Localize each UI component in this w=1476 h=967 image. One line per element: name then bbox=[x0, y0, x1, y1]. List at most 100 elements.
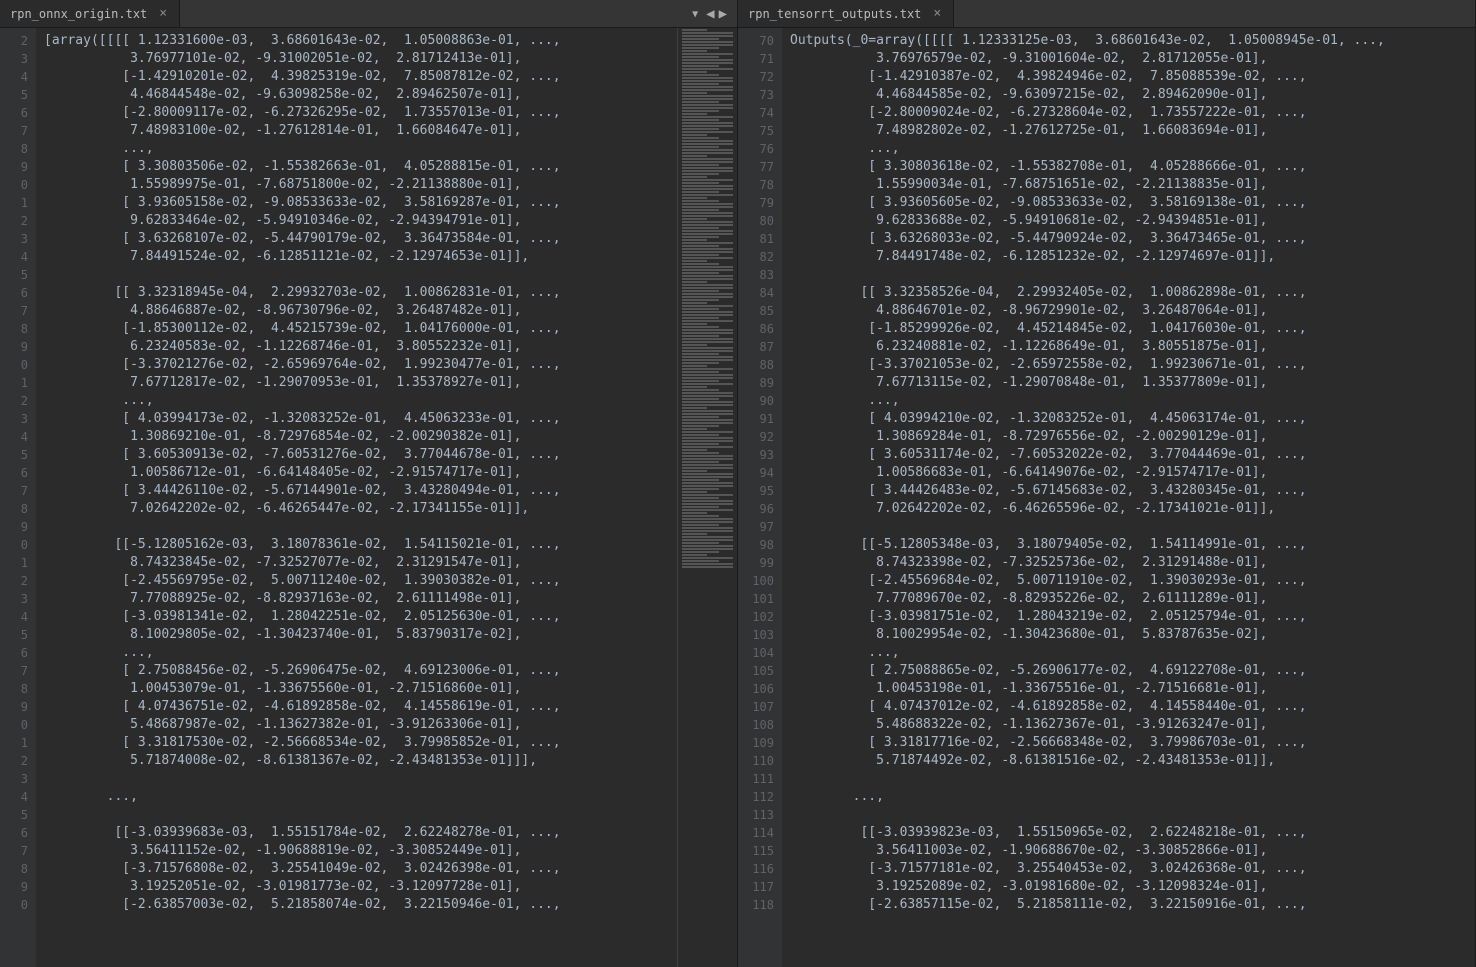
minimap-line bbox=[682, 161, 733, 163]
code-line: [ 4.03994210e-02, -1.32083252e-01, 4.450… bbox=[790, 410, 1475, 428]
minimap-line bbox=[682, 290, 719, 292]
tab-rpn-onnx-origin[interactable]: rpn_onnx_origin.txt × bbox=[0, 0, 180, 27]
minimap-line bbox=[682, 86, 733, 88]
code-line: [-1.85299926e-02, 4.45214845e-02, 1.0417… bbox=[790, 320, 1475, 338]
minimap-line bbox=[682, 218, 707, 220]
minimap-line bbox=[682, 215, 733, 217]
left-minimap[interactable] bbox=[677, 28, 737, 967]
minimap-line bbox=[682, 296, 733, 298]
line-number: 76 bbox=[742, 140, 774, 158]
code-line bbox=[44, 770, 677, 788]
minimap-line bbox=[682, 44, 733, 46]
tab-dropdown-controls: ▼ ◀ ▶ bbox=[682, 0, 737, 28]
code-line: [-3.71576808e-02, 3.25541049e-02, 3.0242… bbox=[44, 860, 677, 878]
editor-container: rpn_onnx_origin.txt × ▼ ◀ ▶ 234567890123… bbox=[0, 0, 1476, 967]
close-icon[interactable]: × bbox=[157, 6, 169, 21]
minimap-line bbox=[682, 239, 707, 241]
line-number: 5 bbox=[4, 446, 28, 464]
line-number: 82 bbox=[742, 248, 774, 266]
line-number: 112 bbox=[742, 788, 774, 806]
line-number: 7 bbox=[4, 482, 28, 500]
minimap-line bbox=[682, 509, 733, 511]
minimap-line bbox=[682, 554, 707, 556]
code-line: [-3.03981751e-02, 1.28043219e-02, 2.0512… bbox=[790, 608, 1475, 626]
line-number: 71 bbox=[742, 50, 774, 68]
code-line: 3.56411003e-02, -1.90688670e-02, -3.3085… bbox=[790, 842, 1475, 860]
minimap-line bbox=[682, 452, 719, 454]
left-content[interactable]: [array([[[[ 1.12331600e-03, 3.68601643e-… bbox=[36, 28, 677, 967]
minimap-line bbox=[682, 383, 733, 385]
code-line: [ 3.31817716e-02, -2.56668348e-02, 3.799… bbox=[790, 734, 1475, 752]
line-number: 7 bbox=[4, 302, 28, 320]
line-number: 6 bbox=[4, 104, 28, 122]
minimap-line bbox=[682, 191, 719, 193]
minimap-line bbox=[682, 89, 733, 91]
code-line: 4.46844585e-02, -9.63097215e-02, 2.89462… bbox=[790, 86, 1475, 104]
minimap-line bbox=[682, 470, 707, 472]
minimap-line bbox=[682, 221, 733, 223]
code-line: [-2.45569795e-02, 5.00711240e-02, 1.3903… bbox=[44, 572, 677, 590]
code-line: [array([[[[ 1.12331600e-03, 3.68601643e-… bbox=[44, 32, 677, 50]
code-line: Outputs(_0=array([[[[ 1.12333125e-03, 3.… bbox=[790, 32, 1475, 50]
code-line: [-3.71577181e-02, 3.25540453e-02, 3.0242… bbox=[790, 860, 1475, 878]
code-line: 1.30869210e-01, -8.72976854e-02, -2.0029… bbox=[44, 428, 677, 446]
line-number: 5 bbox=[4, 626, 28, 644]
minimap-line bbox=[682, 224, 733, 226]
minimap-line bbox=[682, 467, 733, 469]
minimap-line bbox=[682, 488, 719, 490]
line-number: 106 bbox=[742, 680, 774, 698]
minimap-line bbox=[682, 500, 733, 502]
line-number: 9 bbox=[4, 158, 28, 176]
minimap-line bbox=[682, 275, 733, 277]
line-number: 86 bbox=[742, 320, 774, 338]
code-line: 7.67712817e-02, -1.29070953e-01, 1.35378… bbox=[44, 374, 677, 392]
minimap-line bbox=[682, 329, 733, 331]
right-content[interactable]: Outputs(_0=array([[[[ 1.12333125e-03, 3.… bbox=[782, 28, 1475, 967]
line-number: 8 bbox=[4, 140, 28, 158]
tab-rpn-tensorrt-outputs[interactable]: rpn_tensorrt_outputs.txt × bbox=[738, 0, 954, 27]
minimap-line bbox=[682, 386, 707, 388]
prev-diff-icon[interactable]: ◀ bbox=[706, 6, 714, 22]
code-line: [ 3.31817530e-02, -2.56668534e-02, 3.799… bbox=[44, 734, 677, 752]
minimap-line bbox=[682, 155, 707, 157]
code-line: [ 3.30803618e-02, -1.55382708e-01, 4.052… bbox=[790, 158, 1475, 176]
code-line: [ 2.75088865e-02, -5.26906177e-02, 4.691… bbox=[790, 662, 1475, 680]
code-line: [-3.37021276e-02, -2.65969764e-02, 1.992… bbox=[44, 356, 677, 374]
line-number: 70 bbox=[742, 32, 774, 50]
close-icon[interactable]: × bbox=[931, 6, 943, 21]
line-number: 110 bbox=[742, 752, 774, 770]
code-line: 3.56411152e-02, -1.90688819e-02, -3.3085… bbox=[44, 842, 677, 860]
line-number: 0 bbox=[4, 356, 28, 374]
line-number: 4 bbox=[4, 248, 28, 266]
minimap-line bbox=[682, 32, 733, 34]
line-number: 87 bbox=[742, 338, 774, 356]
code-line bbox=[44, 518, 677, 536]
code-line: 7.67713115e-02, -1.29070848e-01, 1.35377… bbox=[790, 374, 1475, 392]
minimap-line bbox=[682, 110, 719, 112]
minimap-line bbox=[682, 47, 719, 49]
minimap-line bbox=[682, 311, 733, 313]
line-number: 96 bbox=[742, 500, 774, 518]
minimap-line bbox=[682, 551, 719, 553]
minimap-line bbox=[682, 356, 733, 358]
code-line: 8.74323845e-02, -7.32527077e-02, 2.31291… bbox=[44, 554, 677, 572]
minimap-line bbox=[682, 485, 733, 487]
code-line: [-1.42910387e-02, 4.39824946e-02, 7.8508… bbox=[790, 68, 1475, 86]
minimap-line bbox=[682, 518, 733, 520]
line-number: 3 bbox=[4, 50, 28, 68]
minimap-line bbox=[682, 74, 719, 76]
code-line: ..., bbox=[790, 392, 1475, 410]
code-line: [-2.63857003e-02, 5.21858074e-02, 3.2215… bbox=[44, 896, 677, 914]
minimap-line bbox=[682, 410, 733, 412]
minimap-line bbox=[682, 416, 719, 418]
line-number: 6 bbox=[4, 824, 28, 842]
minimap-line bbox=[682, 440, 733, 442]
next-diff-icon[interactable]: ▶ bbox=[719, 6, 727, 22]
line-number: 6 bbox=[4, 644, 28, 662]
minimap-line bbox=[682, 203, 733, 205]
dropdown-icon[interactable]: ▼ bbox=[692, 9, 698, 20]
line-number: 105 bbox=[742, 662, 774, 680]
minimap-line bbox=[682, 545, 733, 547]
line-number: 7 bbox=[4, 122, 28, 140]
minimap-line bbox=[682, 146, 719, 148]
